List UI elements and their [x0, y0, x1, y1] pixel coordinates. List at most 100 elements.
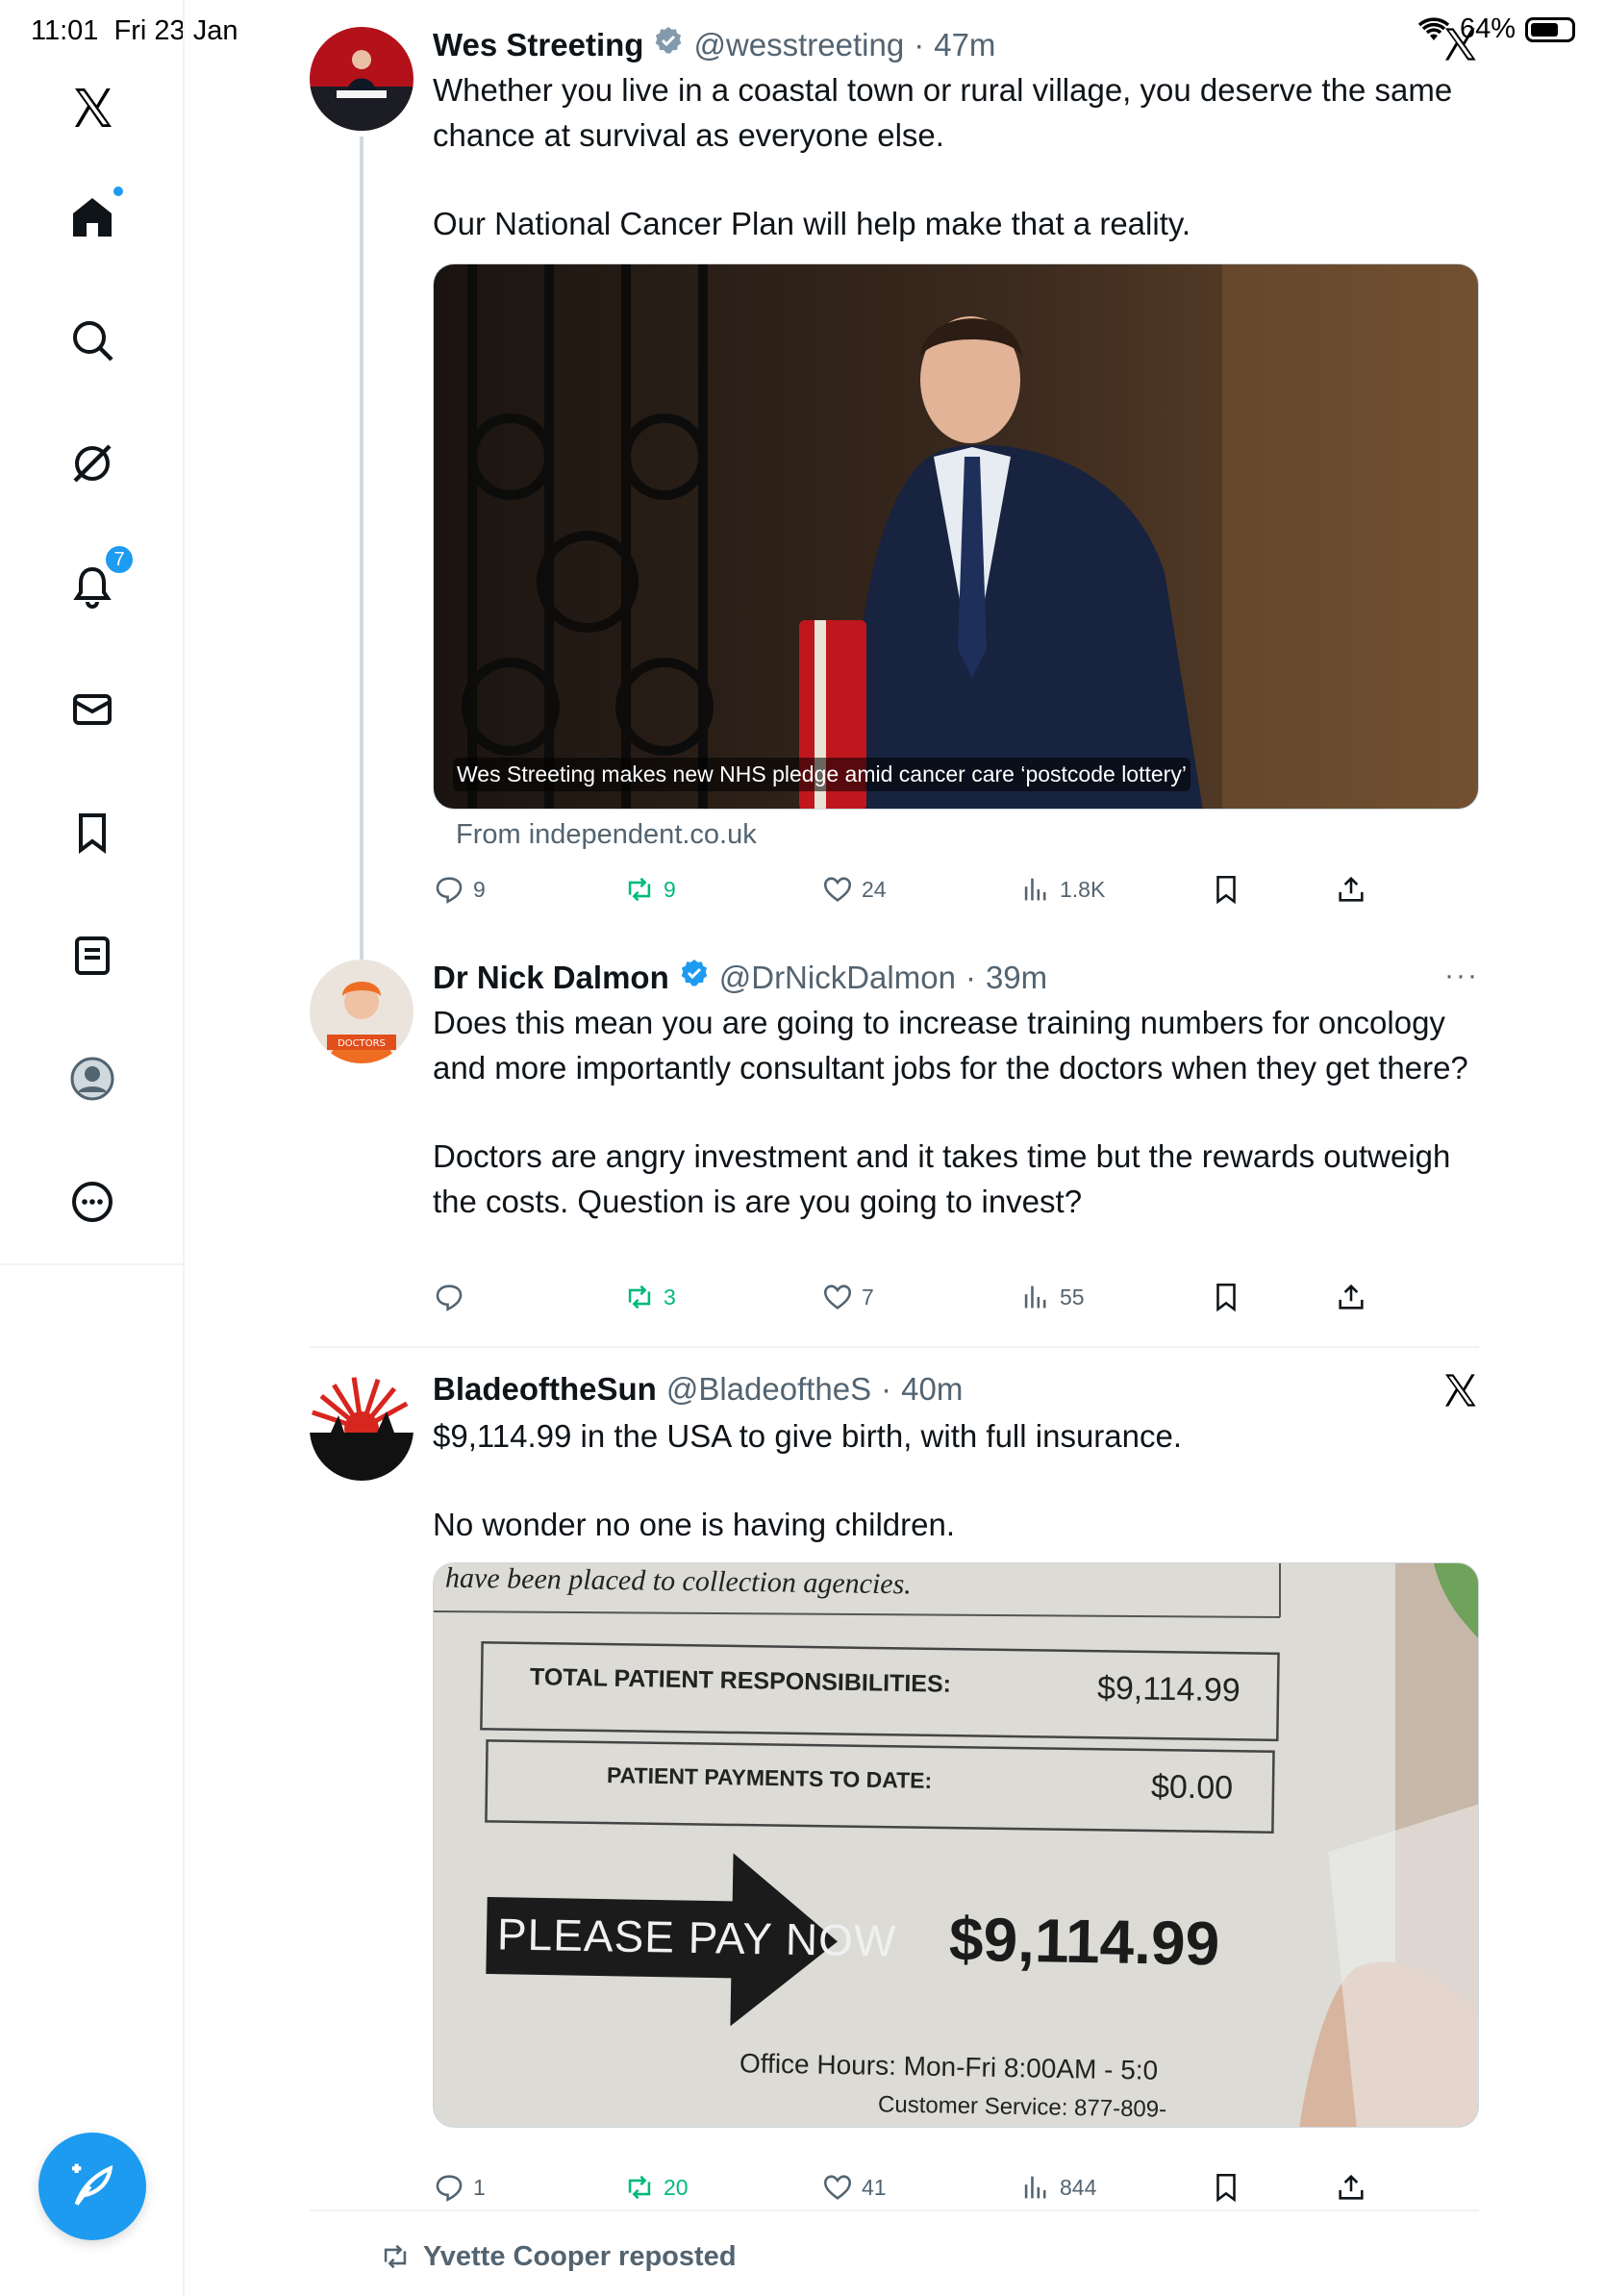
views-chart-icon	[1024, 1285, 1046, 1309]
sidebar-item-profile[interactable]	[54, 1040, 131, 1117]
thread-line	[360, 137, 363, 979]
separator-dot: ·	[914, 27, 925, 62]
reply-icon	[436, 877, 463, 904]
verified-badge-icon	[656, 27, 682, 54]
profile-avatar-icon	[70, 1057, 114, 1101]
tweet-paragraph: Doctors are angry investment and it take…	[433, 1138, 1451, 1219]
bill-total-value: $9,114.99	[1096, 1669, 1241, 1710]
tweet-time[interactable]: 39m	[986, 960, 1047, 996]
bookmark-button[interactable]	[1210, 1281, 1242, 1313]
author-handle[interactable]: @wesstreeting	[693, 27, 904, 63]
bookmark-icon	[1216, 2173, 1236, 2203]
author-handle[interactable]: @BladeoftheS	[666, 1371, 871, 1408]
author-name[interactable]: Wes Streeting	[433, 27, 643, 63]
sidebar-item-more[interactable]	[54, 1163, 131, 1240]
bill-pay-now: PLEASE PAY NOW	[496, 1909, 897, 1966]
tweet-paragraph: Whether you live in a coastal town or ru…	[433, 72, 1453, 153]
reply-button[interactable]: 9	[433, 873, 486, 906]
link-card-image[interactable]: Wes Streeting makes new NHS pledge amid …	[433, 263, 1479, 810]
tweet-time[interactable]: 47m	[934, 27, 995, 63]
avatar[interactable]	[310, 1377, 414, 1481]
tweet-actions: 3 7 55	[433, 1281, 1375, 1319]
repost-icon	[628, 2175, 651, 2200]
share-button[interactable]	[1335, 1281, 1367, 1313]
repost-count: 3	[664, 1284, 676, 1310]
sidebar-item-notifications[interactable]: 7	[54, 544, 135, 625]
views-button[interactable]: 1.8K	[1019, 873, 1105, 906]
like-button[interactable]: 7	[821, 1281, 874, 1313]
avatar[interactable]	[310, 27, 414, 131]
views-chart-icon	[1024, 2176, 1046, 2199]
author-handle[interactable]: @DrNickDalmon	[719, 960, 956, 996]
view-count: 55	[1060, 1284, 1085, 1310]
reply-count: 1	[473, 2174, 486, 2200]
tweet-divider	[310, 1346, 1479, 1348]
share-icon	[1339, 1284, 1364, 1310]
list-icon	[75, 936, 110, 975]
tweet-paragraph: Does this mean you are going to increase…	[433, 1005, 1468, 1086]
more-circle-icon	[72, 1182, 113, 1222]
view-count: 1.8K	[1060, 876, 1106, 902]
repost-icon	[628, 877, 651, 902]
like-button[interactable]: 41	[821, 2171, 887, 2204]
views-button[interactable]: 55	[1019, 1281, 1085, 1313]
compose-feather-icon	[72, 2163, 113, 2206]
tweet-paragraph: $9,114.99 in the USA to give birth, with…	[433, 1418, 1183, 1454]
bookmark-icon	[1216, 1283, 1236, 1312]
sidebar-item-bookmarks[interactable]	[54, 794, 131, 871]
author-name[interactable]: Dr Nick Dalmon	[433, 960, 669, 996]
reply-button[interactable]	[433, 1281, 473, 1313]
views-button[interactable]: 844	[1019, 2171, 1096, 2204]
repost-button[interactable]: 3	[623, 1281, 676, 1313]
tweet-text: Whether you live in a coastal town or ru…	[433, 67, 1481, 246]
share-icon	[1339, 876, 1364, 902]
bill-top-line: have been placed to collection agencies.	[444, 1562, 913, 1601]
author-name[interactable]: BladeoftheSun	[433, 1371, 657, 1408]
share-button[interactable]	[1335, 2171, 1367, 2204]
bookmark-button[interactable]	[1210, 2171, 1242, 2204]
bookmark-button[interactable]	[1210, 873, 1242, 906]
share-icon	[1339, 2174, 1364, 2200]
tweet-header: BladeoftheSun @BladeoftheS · 40m	[433, 1371, 1479, 1413]
verified-badge-icon	[681, 960, 708, 986]
share-button[interactable]	[1335, 873, 1367, 906]
repost-count: 9	[664, 876, 676, 902]
avatar[interactable]: DOCTORS	[310, 960, 414, 1063]
repost-button[interactable]: 9	[623, 873, 676, 906]
tweet-photo[interactable]: have been placed to collection agencies.…	[433, 1562, 1479, 2128]
separator-dot: ·	[965, 960, 976, 995]
like-count: 24	[862, 876, 887, 902]
like-button[interactable]: 24	[821, 873, 887, 906]
tweet-divider	[310, 2209, 1479, 2211]
link-source[interactable]: From independent.co.uk	[456, 819, 1479, 851]
sidebar-item-messages[interactable]	[54, 671, 131, 748]
envelope-icon	[73, 694, 112, 725]
bill-paid-value: $0.00	[1150, 1768, 1234, 1807]
compose-button[interactable]	[38, 2133, 146, 2240]
tweet-actions: 1 20 41 844	[433, 2171, 1375, 2209]
link-card-title: Wes Streeting makes new NHS pledge amid …	[453, 758, 1190, 791]
tweet-time[interactable]: 40m	[901, 1371, 963, 1408]
repost-icon	[628, 1285, 651, 1310]
sidebar-item-lists[interactable]	[54, 917, 131, 994]
reply-icon	[436, 1285, 463, 1311]
x-logo-icon[interactable]	[54, 69, 131, 146]
sidebar: 7	[0, 0, 185, 1265]
bill-customer-service: Customer Service: 877-809-	[877, 2091, 1167, 2123]
tweet-header: Dr Nick Dalmon @DrNickDalmon · 39m	[433, 958, 1479, 1000]
sidebar-item-search[interactable]	[54, 302, 131, 379]
tweet-text: Does this mean you are going to increase…	[433, 1000, 1481, 1224]
tweet-actions: 9 9 24 1.8K	[433, 873, 1375, 911]
more-options-button[interactable]: ···	[1444, 960, 1479, 992]
heart-icon	[823, 877, 852, 902]
grok-icon	[73, 444, 112, 483]
views-chart-icon	[1024, 878, 1046, 901]
repost-button[interactable]: 20	[623, 2171, 689, 2204]
bill-pay-amount: $9,114.99	[948, 1904, 1220, 1979]
reply-button[interactable]: 1	[433, 2171, 486, 2204]
avatar-sign-text: DOCTORS	[338, 1038, 386, 1049]
separator-dot: ·	[881, 1371, 892, 1407]
sidebar-item-grok[interactable]	[54, 425, 131, 502]
sidebar-item-home[interactable]	[54, 179, 131, 256]
repost-notice[interactable]: Yvette Cooper reposted	[379, 2240, 737, 2273]
